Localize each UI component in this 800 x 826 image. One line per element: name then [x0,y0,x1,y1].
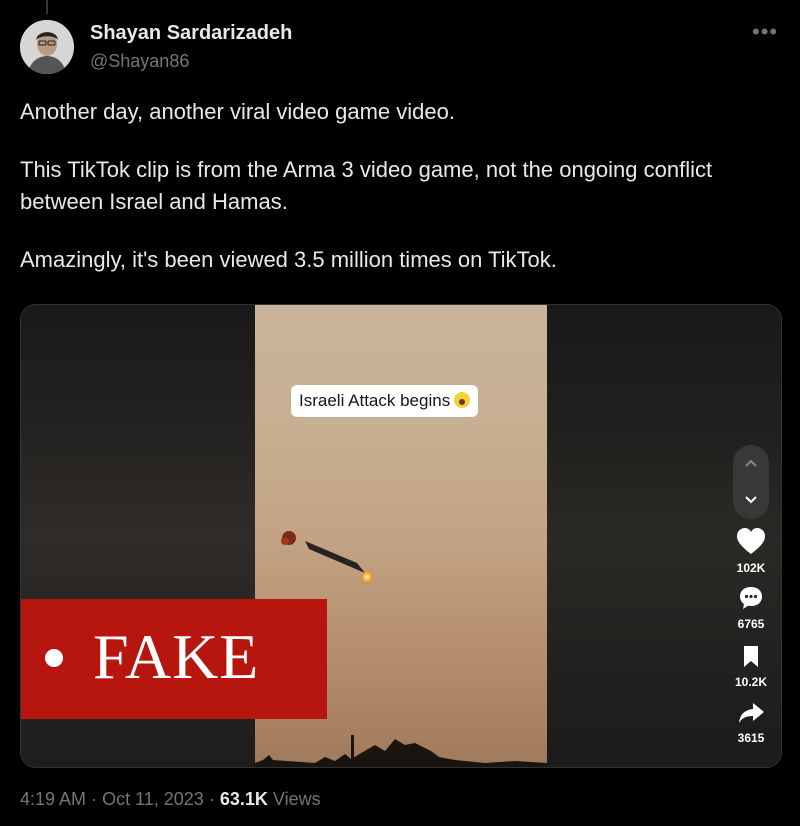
chevron-down-icon [745,496,757,504]
like-button[interactable]: 102K [729,527,773,575]
author-display-name[interactable]: Shayan Sardarizadeh [90,22,292,45]
tweet-metadata: 4:19 AM · Oct 11, 2023 · 63.1K Views [20,789,321,810]
chevron-up-icon [745,459,757,467]
share-icon [739,703,764,723]
more-horizontal-icon: ••• [752,19,779,44]
meta-separator: · [208,789,215,809]
author-handle[interactable]: @Shayan86 [90,51,189,72]
caption-text: Israeli Attack begins [299,391,451,410]
bookmark-icon [744,646,758,667]
avatar[interactable] [20,20,74,74]
heart-icon [737,528,765,554]
fake-bullet-icon [45,649,63,667]
meta-separator: · [91,789,98,809]
more-options-button[interactable]: ••• [752,19,779,44]
fake-label: FAKE [93,621,260,692]
thread-connector-line [46,0,48,14]
share-count: 3615 [737,731,765,745]
tweet-paragraph: This TikTok clip is from the Arma 3 vide… [20,157,713,214]
comment-icon [740,587,762,609]
like-count: 102K [736,561,766,575]
tweet-date[interactable]: Oct 11, 2023 [102,789,204,809]
video-nav-control [733,445,769,519]
comment-count: 6765 [737,617,765,631]
tweet-time[interactable]: 4:19 AM [20,789,86,809]
comment-button[interactable]: 6765 [729,585,773,631]
video-caption: Israeli Attack begins [291,385,479,417]
fake-banner: FAKE [21,599,327,719]
media-image[interactable]: Israeli Attack begins 102K 6765 10.2K 36… [20,304,782,768]
views-count: 63.1K [219,789,268,809]
next-video-button[interactable] [733,482,769,519]
previous-video-button[interactable] [733,445,769,482]
avatar-photo [20,20,74,74]
bookmark-count: 10.2K [734,675,768,689]
tweet-text: Another day, another viral video game vi… [20,96,780,302]
tweet-paragraph: Amazingly, it's been viewed 3.5 million … [20,247,557,272]
screaming-face-emoji-icon [454,392,471,408]
share-button[interactable]: 3615 [729,701,773,745]
tweet-paragraph: Another day, another viral video game vi… [20,99,455,124]
bookmark-button[interactable]: 10.2K [729,645,773,689]
views-label: Views [272,789,321,809]
